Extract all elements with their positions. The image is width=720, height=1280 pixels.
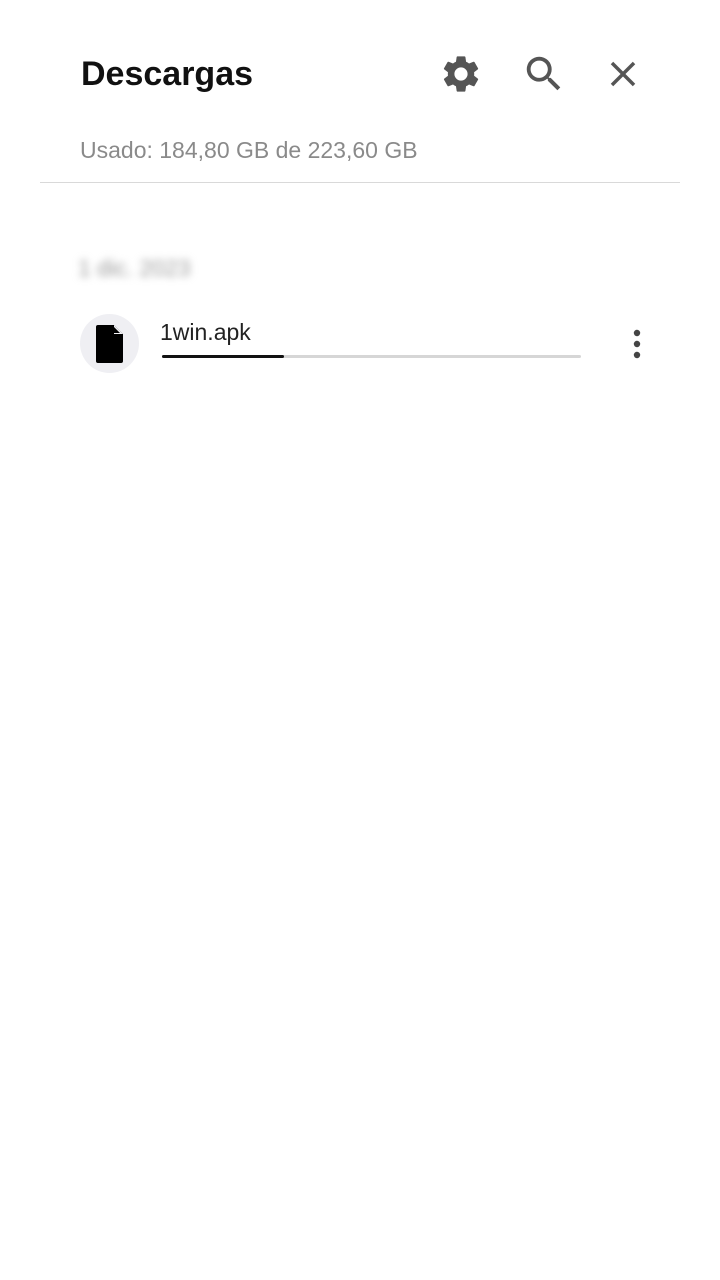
close-button[interactable] <box>597 48 649 100</box>
more-options-button[interactable] <box>620 323 654 365</box>
header: Descargas Usado: 184,80 GB de 223,60 GB <box>0 0 720 183</box>
close-icon <box>610 61 636 87</box>
page-title: Descargas <box>81 55 254 93</box>
file-icon <box>95 324 123 363</box>
downloads-screen: Descargas Usado: 184,80 GB de 223,60 GB … <box>0 0 720 1280</box>
gear-icon <box>443 56 479 92</box>
search-icon <box>526 56 561 91</box>
date-group-label: 1 dic. 2023 <box>78 255 191 281</box>
download-progress-track <box>162 355 581 358</box>
storage-usage: Usado: 184,80 GB de 223,60 GB <box>80 137 418 163</box>
more-vert-icon <box>633 329 641 359</box>
settings-button[interactable] <box>435 48 487 100</box>
search-button[interactable] <box>518 48 570 100</box>
divider <box>40 182 680 183</box>
download-progress-fill <box>162 355 284 358</box>
file-icon-container <box>80 314 139 373</box>
file-name: 1win.apk <box>160 319 251 345</box>
download-item[interactable]: 1win.apk <box>80 313 660 375</box>
